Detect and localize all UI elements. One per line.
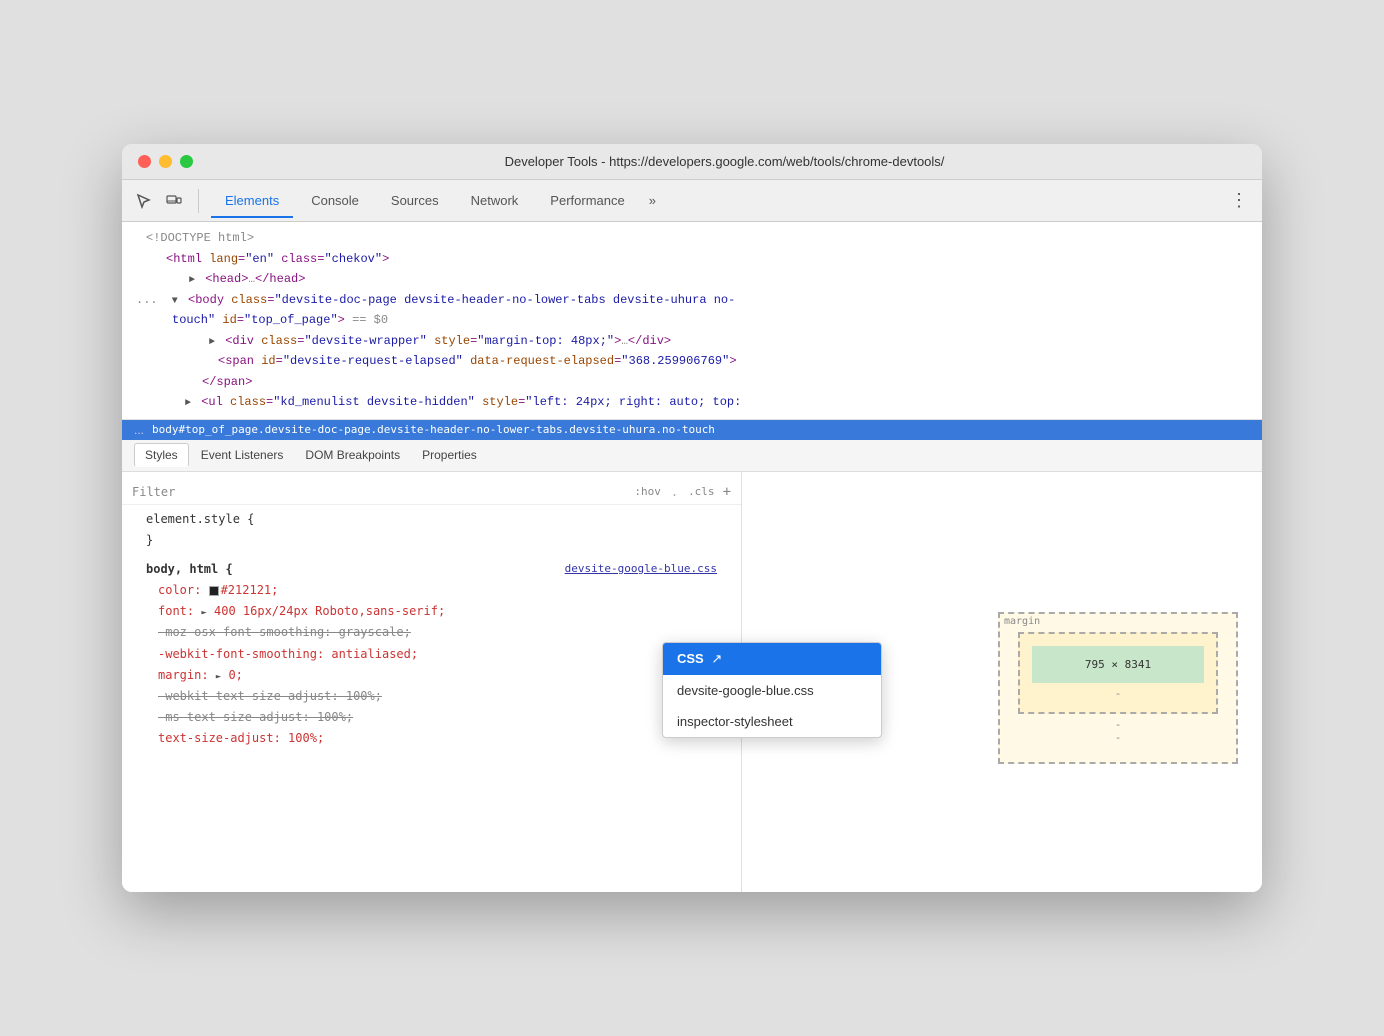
dropdown-item-inspector[interactable]: inspector-stylesheet xyxy=(663,706,881,737)
tab-performance[interactable]: Performance xyxy=(536,185,638,218)
ul-arrow[interactable] xyxy=(182,395,194,412)
titlebar: Developer Tools - https://developers.goo… xyxy=(122,144,1262,180)
devtools-toolbar: Elements Console Sources Network Perform… xyxy=(122,180,1262,222)
css-font-line: font: ► 400 16px/24px Roboto,sans-serif; xyxy=(134,601,729,622)
inspect-element-icon[interactable] xyxy=(132,189,156,213)
minimize-button[interactable] xyxy=(159,155,172,168)
body-html-selector: body, html { xyxy=(146,560,233,579)
tab-elements[interactable]: Elements xyxy=(211,185,293,218)
tab-network[interactable]: Network xyxy=(457,185,533,218)
filter-label: Filter xyxy=(132,485,175,499)
box-margin: margin 795 × 8341 - - - xyxy=(998,612,1238,764)
breadcrumb-text: body#top_of_page.devsite-doc-page.devsit… xyxy=(152,423,715,436)
filter-pseudo-states[interactable]: :hov xyxy=(634,485,661,498)
maximize-button[interactable] xyxy=(180,155,193,168)
element-style-selector: element.style { xyxy=(146,512,254,526)
css-webkit-text-size-line: -webkit-text-size-adjust: 100%; xyxy=(134,686,729,707)
cursor-icon: ↗ xyxy=(711,651,722,666)
dom-line-doctype: <!DOCTYPE html> xyxy=(122,228,1262,248)
dom-line-html[interactable]: <html lang="en" class="chekov"> xyxy=(122,249,1262,269)
styles-tab-dom-breakpoints[interactable]: DOM Breakpoints xyxy=(295,444,410,466)
dropdown-item-devsite-css[interactable]: devsite-google-blue.css xyxy=(663,675,881,706)
box-padding-bottom: - xyxy=(1032,687,1204,700)
dom-line-body-outer[interactable]: ... <body class="devsite-doc-page devsit… xyxy=(122,290,1262,310)
dom-line-head[interactable]: <head>…</head> xyxy=(122,269,1262,290)
filter-bar: Filter :hov . .cls + xyxy=(122,480,741,505)
box-model-panel: margin 795 × 8341 - - - xyxy=(998,612,1238,764)
dom-panel: <!DOCTYPE html> <html lang="en" class="c… xyxy=(122,222,1262,419)
dom-line-span[interactable]: <span id="devsite-request-elapsed" data-… xyxy=(122,351,1262,371)
dom-line-ul[interactable]: <ul class="kd_menulist devsite-hidden" s… xyxy=(122,392,1262,412)
head-arrow[interactable] xyxy=(186,272,198,289)
box-content: 795 × 8341 xyxy=(1032,646,1204,683)
dom-line-body-cont: touch" id="top_of_page"> == $0 xyxy=(122,310,1262,330)
device-toolbar-icon[interactable] xyxy=(162,189,186,213)
css-moz-line: -moz-osx-font-smoothing: grayscale; xyxy=(134,622,729,643)
box-extra: - xyxy=(1018,731,1218,744)
css-webkit-smoothing-line: -webkit-font-smoothing: antialiased; xyxy=(134,644,729,665)
box-margin-bottom: - xyxy=(1018,718,1218,731)
dropdown-item-css[interactable]: CSS ↗ xyxy=(663,643,881,675)
main-content: <!DOCTYPE html> <html lang="en" class="c… xyxy=(122,222,1262,891)
more-tabs-button[interactable]: » xyxy=(643,185,662,216)
body-arrow[interactable] xyxy=(169,293,181,310)
css-color-line: color: #212121; xyxy=(134,580,729,601)
traffic-lights xyxy=(138,155,193,168)
body-html-rule: body, html { devsite-google-blue.css col… xyxy=(122,555,741,754)
tab-sources[interactable]: Sources xyxy=(377,185,453,218)
devtools-window: Developer Tools - https://developers.goo… xyxy=(122,144,1262,891)
breadcrumb-bar: ... body#top_of_page.devsite-doc-page.de… xyxy=(122,420,1262,440)
div-arrow[interactable] xyxy=(206,334,218,351)
tab-console[interactable]: Console xyxy=(297,185,373,218)
dom-line-span-close: </span> xyxy=(122,372,1262,392)
box-dimensions: 795 × 8341 xyxy=(1040,658,1196,671)
more-options-button[interactable]: ⋮ xyxy=(1226,190,1252,211)
css-text-size-line: text-size-adjust: 100%; xyxy=(134,728,729,749)
css-margin-line: margin: ► 0; xyxy=(134,665,729,686)
dom-line-div[interactable]: <div class="devsite-wrapper" style="marg… xyxy=(122,331,1262,352)
styles-tab-properties[interactable]: Properties xyxy=(412,444,487,466)
css-source-dropdown: CSS ↗ devsite-google-blue.css inspector-… xyxy=(662,642,882,738)
styles-left-panel: Filter :hov . .cls + element.style { } xyxy=(122,472,742,892)
filter-add-button[interactable]: + xyxy=(723,484,731,500)
color-swatch xyxy=(209,586,219,596)
toolbar-icons xyxy=(132,189,199,213)
close-button[interactable] xyxy=(138,155,151,168)
css-source-link[interactable]: devsite-google-blue.css xyxy=(565,560,717,579)
styles-tab-styles[interactable]: Styles xyxy=(134,443,189,467)
css-ms-text-size-line: -ms-text-size-adjust: 100%; xyxy=(134,707,729,728)
element-style-rule: element.style { } xyxy=(122,505,741,555)
styles-tab-event-listeners[interactable]: Event Listeners xyxy=(191,444,294,466)
window-title: Developer Tools - https://developers.goo… xyxy=(203,154,1246,169)
box-border: 795 × 8341 - xyxy=(1018,632,1218,714)
styles-tabs: Styles Event Listeners DOM Breakpoints P… xyxy=(122,440,1262,472)
filter-cls-button[interactable]: .cls xyxy=(688,485,715,498)
